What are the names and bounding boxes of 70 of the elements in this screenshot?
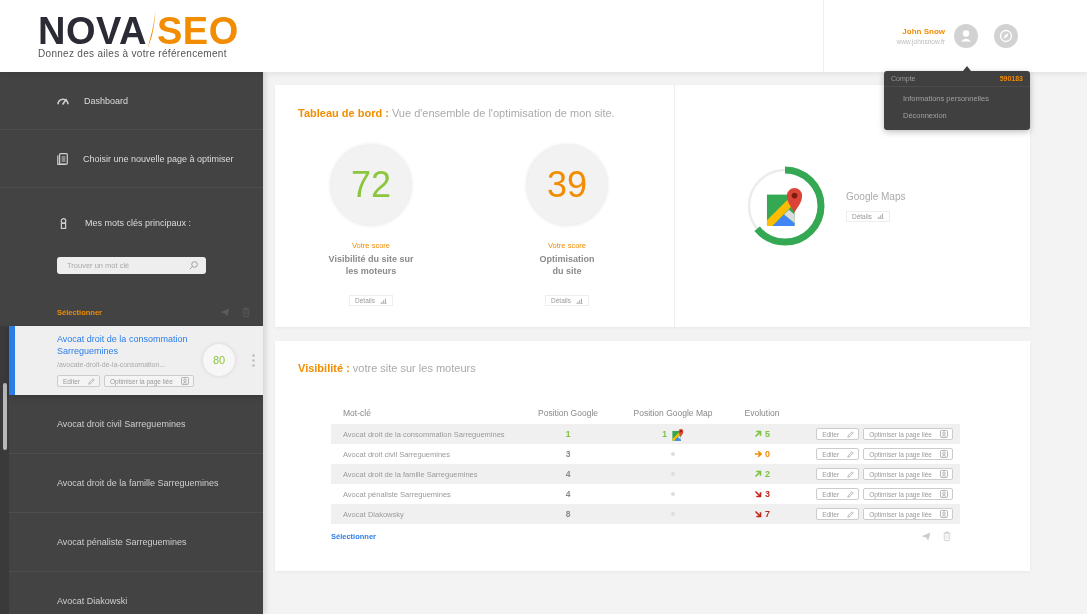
portrait-icon [940,430,948,438]
arrow-down-right-icon [754,490,762,498]
logo-text: SEO [156,13,239,49]
bar-chart-icon [575,297,583,304]
map-pin-icon [766,185,804,227]
portrait-icon [940,510,948,518]
dot-icon [671,452,675,456]
portrait-icon [180,377,189,385]
keyword-item[interactable]: Avocat Diakowski [57,596,128,606]
section-title: Tableau de bord : Vue d'ensemble de l'optimisation de mon site. [298,106,616,120]
evolution-value: 3 [765,489,770,499]
column-header: Mot-clé [343,408,371,418]
keyword-item[interactable]: Avocat droit de la famille Sarreguemines [57,478,219,488]
scrollbar-thumb[interactable] [3,383,7,450]
column-header: Position Google Map [633,408,713,418]
gauge-icon [57,96,69,105]
arrow-up-right-icon [754,470,762,478]
keyword-item[interactable]: Avocat droit civil Sarreguemines [57,419,186,429]
dot-icon [671,492,675,496]
send-icon[interactable] [921,531,931,541]
evolution-value: 0 [765,449,770,459]
arrow-right-icon [754,450,762,458]
section-title: Visibilité : votre site sur les moteurs [298,361,477,375]
position-cell: 4 [565,469,571,479]
position-cell: 4 [565,489,571,499]
nav-item[interactable]: Choisir une nouvelle page à optimiser [57,152,234,165]
pencil-icon [847,450,855,458]
keyword-item[interactable]: Avocat pénaliste Sarreguemines [57,537,187,547]
keywords-heading: Mes mots clés principaux : [85,218,192,228]
logo-text: NOVA [38,13,147,49]
search-icon [189,261,198,270]
trash-icon[interactable] [943,531,951,541]
bar-chart-icon [876,213,884,219]
send-icon[interactable] [220,307,230,317]
evolution-value: 2 [765,469,770,479]
column-header: Evolution [744,408,780,418]
bar-chart-icon [379,297,387,304]
pencil-icon [847,510,855,518]
keyhole-icon [60,217,67,229]
document-icon [57,152,68,165]
evolution-value: 5 [765,429,770,439]
avatar-icon[interactable] [954,24,978,48]
position-cell: 3 [565,449,571,459]
map-pin-icon [671,427,684,441]
pencil-icon [847,470,855,478]
pencil-icon [847,490,855,498]
score-value: 80 [212,354,226,366]
portrait-icon [940,450,948,458]
score-label: Visibilité du site sur les moteurs [328,253,414,277]
user-name: John Snow [902,26,945,37]
maps-label: Google Maps [846,190,906,203]
keyword-title: Avocat droit de la consommation Sarreguemines [57,333,189,357]
nav-item[interactable]: Dashboard [57,95,129,106]
pencil-icon [88,377,95,385]
compass-icon[interactable] [994,24,1018,48]
evolution-value: 7 [765,509,770,519]
pencil-icon [847,430,855,438]
score-label: Optimisation du site [539,253,595,277]
logo-tagline: Donnez des ailes à votre référencement [38,49,227,59]
column-header: Position Google [538,408,598,418]
portrait-icon [940,470,948,478]
score-value: 39 [546,165,587,205]
arrow-down-right-icon [754,510,762,518]
map-position-cell: 1 [662,429,667,439]
portrait-icon [940,490,948,498]
position-cell: 8 [565,509,571,519]
more-icon[interactable] [252,353,255,367]
score-value: 72 [350,165,391,205]
arrow-up-right-icon [754,430,762,438]
position-cell: 1 [565,429,571,439]
